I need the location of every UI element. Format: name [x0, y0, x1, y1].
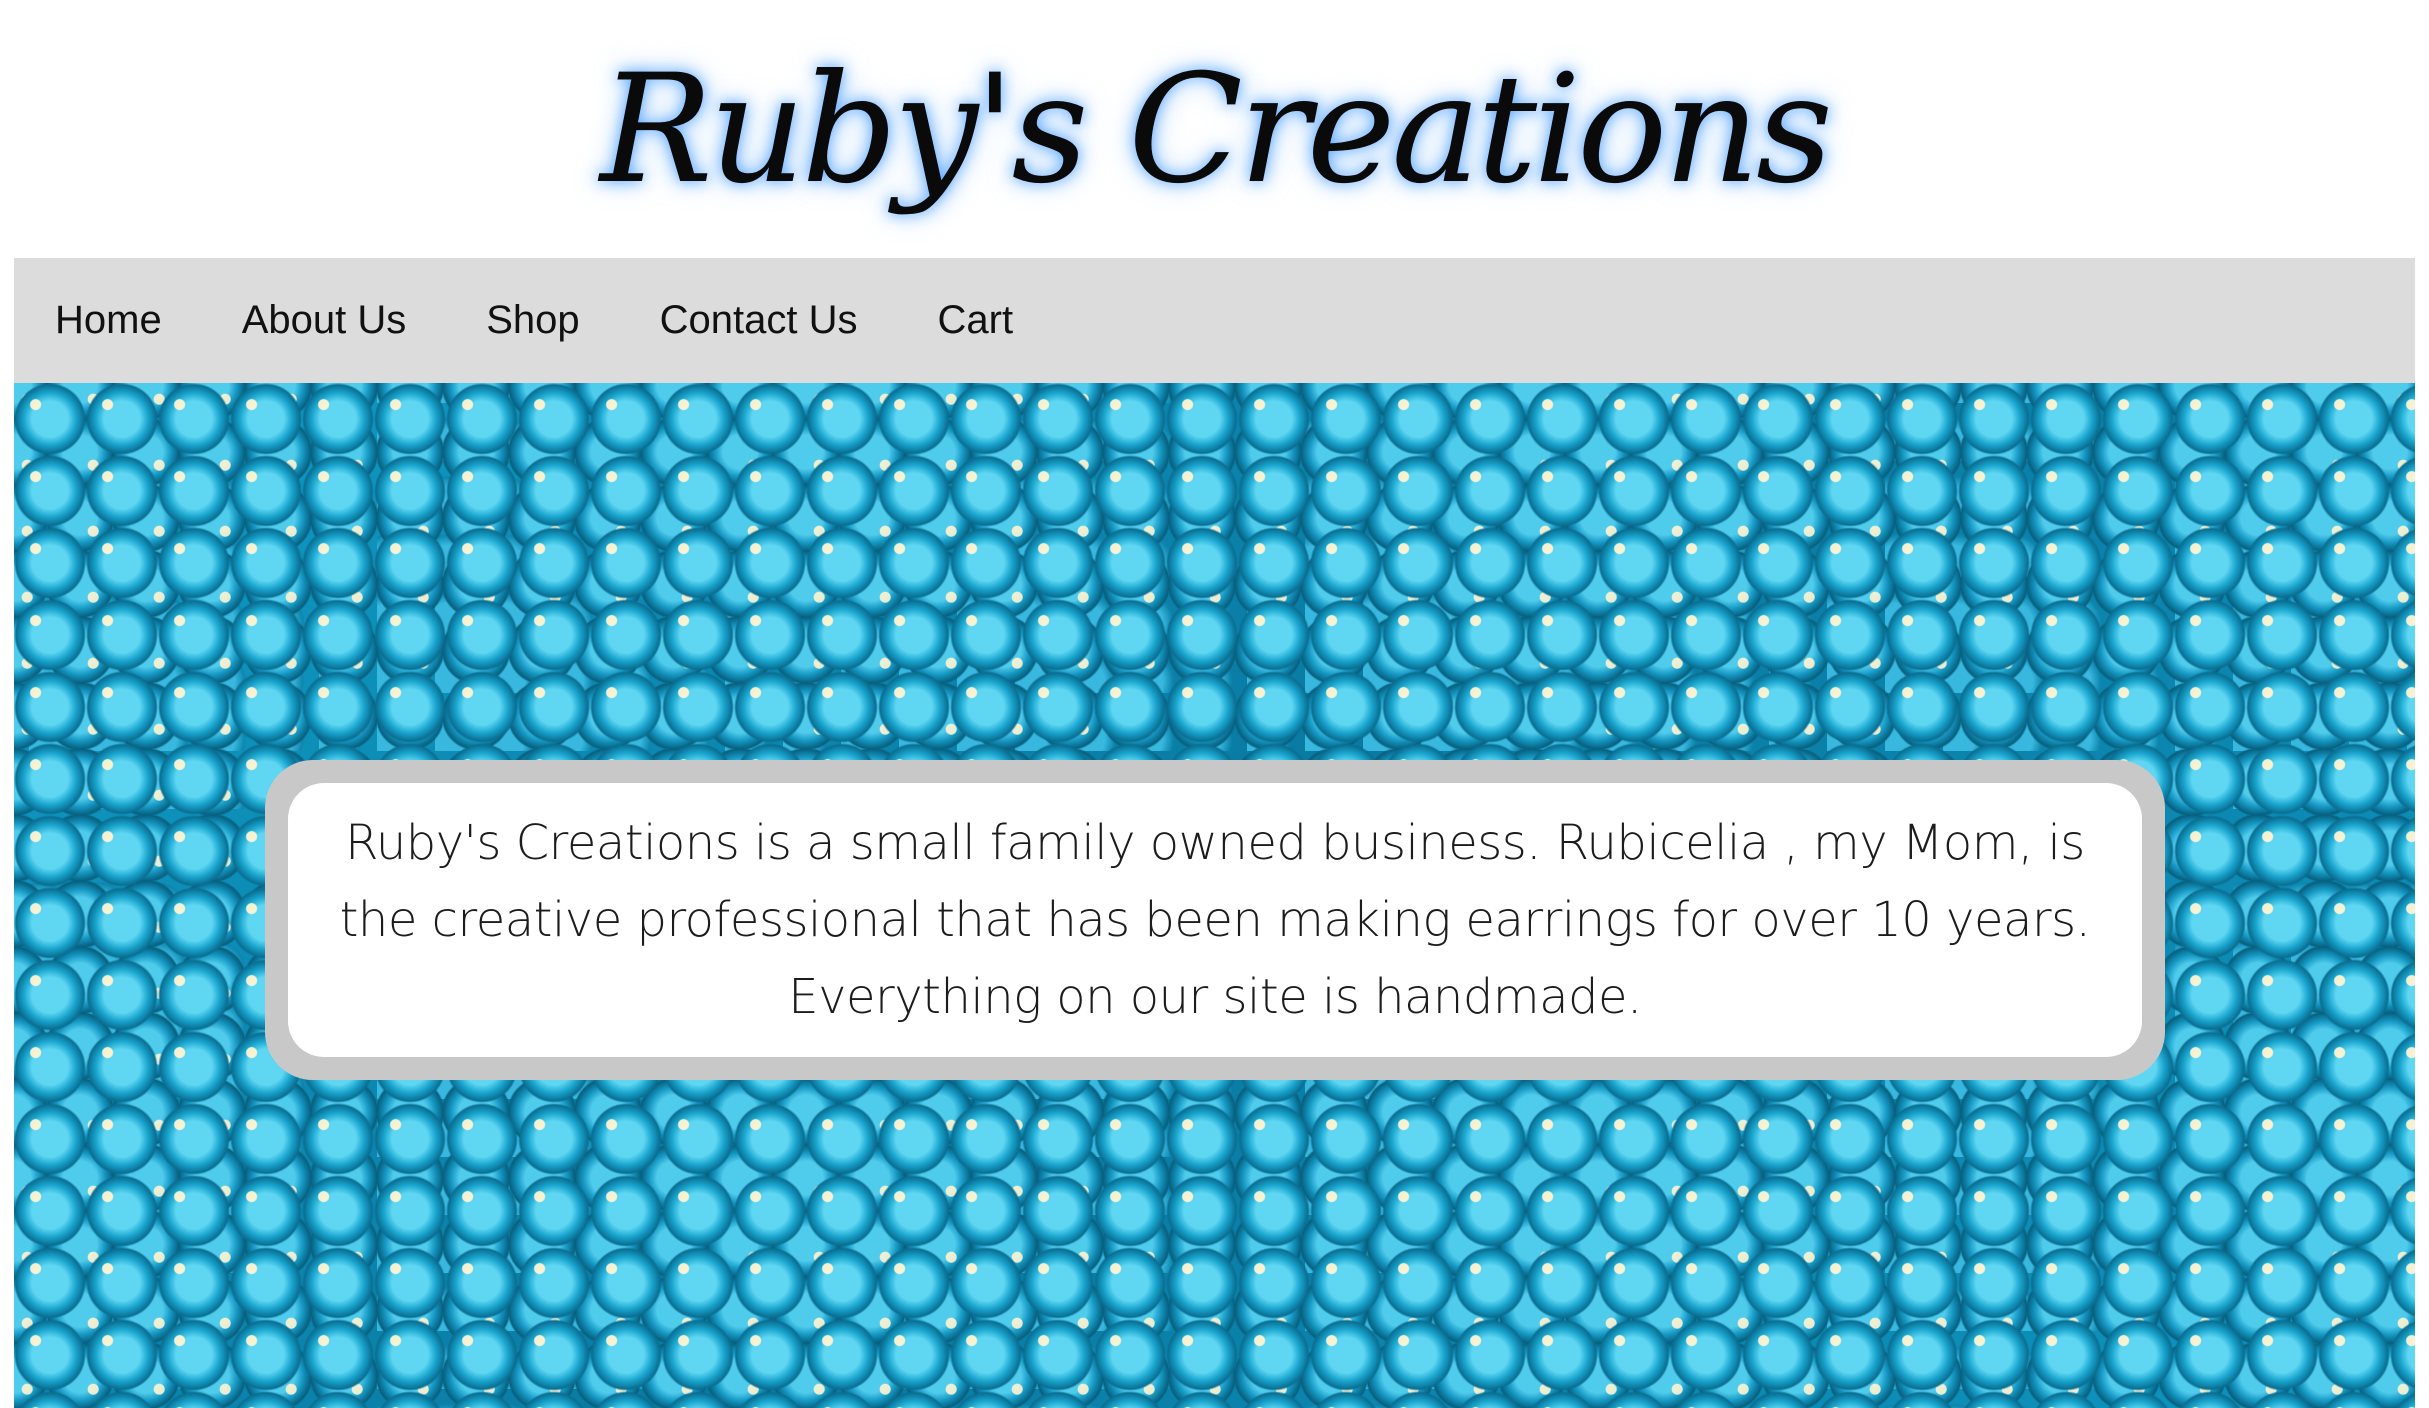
- nav-item-shop[interactable]: Shop: [486, 298, 579, 343]
- nav-menu: Home About Us Shop Contact Us Cart: [55, 258, 1093, 383]
- site-title-logo[interactable]: Ruby's Creations: [0, 40, 2429, 220]
- about-description-text: Ruby's Creations is a small family owned…: [339, 814, 2091, 1025]
- nav-item-cart[interactable]: Cart: [938, 298, 1014, 343]
- site-header: Ruby's Creations: [0, 0, 2429, 258]
- main-navbar: Home About Us Shop Contact Us Cart: [14, 258, 2415, 383]
- nav-item-home[interactable]: Home: [55, 298, 162, 343]
- nav-item-contact-us[interactable]: Contact Us: [660, 298, 858, 343]
- nav-item-about-us[interactable]: About Us: [242, 298, 407, 343]
- info-box: Ruby's Creations is a small family owned…: [288, 783, 2142, 1057]
